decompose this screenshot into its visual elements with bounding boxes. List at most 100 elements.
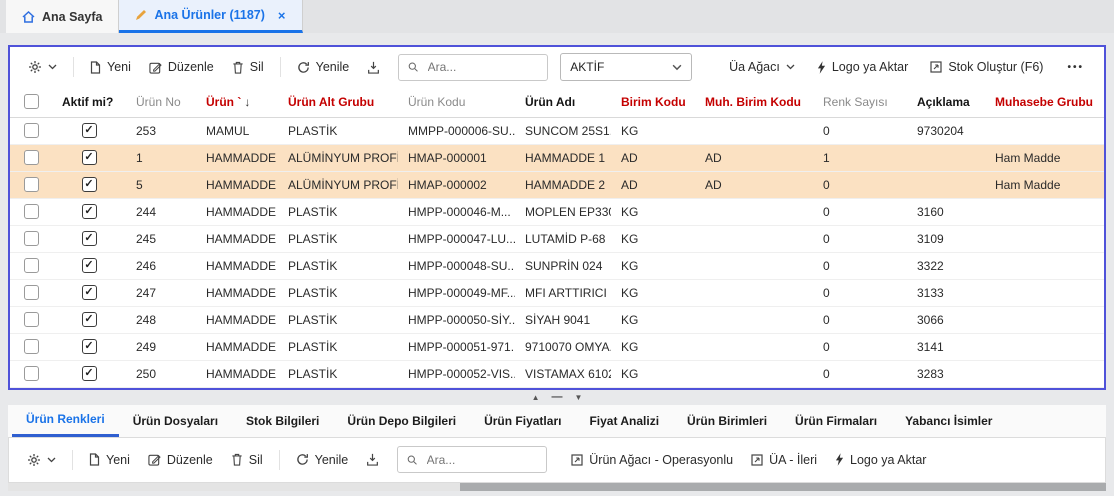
col-header-renk-sayisi[interactable]: Renk Sayısı (813, 87, 907, 117)
cell-aciklama (907, 144, 985, 171)
aktif-checkbox[interactable] (82, 366, 97, 381)
close-tab-icon[interactable]: × (278, 8, 286, 23)
col-header-muhasebe-grubu[interactable]: Muhasebe Grubu (985, 87, 1104, 117)
col-header-urun-alt-grubu[interactable]: Ürün Alt Grubu (278, 87, 398, 117)
aktif-checkbox[interactable] (82, 123, 97, 138)
stok-olustur-button[interactable]: Stok Oluştur (F6) (922, 55, 1051, 79)
search-input[interactable] (426, 59, 539, 75)
more-options-button[interactable]: ••• (1057, 57, 1094, 78)
detail-search-input[interactable] (425, 452, 538, 468)
logo-aktar-label: Logo ya Aktar (832, 60, 908, 74)
table-row[interactable]: 253 MAMUL PLASTİK MMPP-000006-SU... SUNC… (10, 117, 1104, 144)
trash-icon (231, 453, 243, 466)
refresh-button[interactable]: Yenile (289, 55, 358, 79)
urun-agaci-operasyonlu-button[interactable]: Ürün Ağacı - Operasyonlu (563, 448, 741, 472)
table-row[interactable]: 245 HAMMADDE PLASTİK HMPP-000047-LU... L… (10, 225, 1104, 252)
col-header-muh-birim-kodu[interactable]: Muh. Birim Kodu (695, 87, 813, 117)
detail-new-button[interactable]: Yeni (81, 448, 138, 472)
pencil-icon (135, 9, 147, 21)
col-header-aciklama[interactable]: Açıklama (907, 87, 985, 117)
col-header-urun-no[interactable]: Ürün No (126, 87, 196, 117)
aktif-checkbox[interactable] (82, 231, 97, 246)
detail-tab-fiyat-analizi[interactable]: Fiyat Analizi (575, 405, 673, 437)
new-button[interactable]: Yeni (82, 55, 139, 79)
row-select-checkbox[interactable] (24, 366, 39, 381)
table-row[interactable]: 248 HAMMADDE PLASTİK HMPP-000050-SİY... … (10, 306, 1104, 333)
cell-muh-birim-kodu (695, 360, 813, 387)
col-header-urun-adi[interactable]: Ürün Adı (515, 87, 611, 117)
aktif-checkbox[interactable] (82, 177, 97, 192)
aktif-checkbox[interactable] (82, 150, 97, 165)
cell-urun-adi: HAMMADDE 1 (515, 144, 611, 171)
detail-tab-stok-bilgileri[interactable]: Stok Bilgileri (232, 405, 333, 437)
row-select-checkbox[interactable] (24, 258, 39, 273)
collapse-down-icon[interactable]: ▼ (575, 393, 583, 402)
table-row[interactable]: 5 HAMMADDE ALÜMİNYUM PROFİL HMAP-000002 … (10, 171, 1104, 198)
cell-aciklama: 3133 (907, 279, 985, 306)
ua-agaci-dropdown[interactable]: Üa Ağacı (721, 55, 803, 79)
col-header-aktif-mi[interactable]: Aktif mi? (52, 87, 126, 117)
cell-muhasebe-grubu (985, 252, 1104, 279)
splitter-handle-icon[interactable]: — (552, 391, 563, 403)
detail-export-button[interactable] (358, 448, 387, 471)
cell-muh-birim-kodu (695, 225, 813, 252)
table-row[interactable]: 246 HAMMADDE PLASTİK HMPP-000048-SU... S… (10, 252, 1104, 279)
detail-grid-options-button[interactable] (19, 448, 64, 472)
status-filter-select[interactable]: AKTİF (560, 53, 692, 81)
table-row[interactable]: 249 HAMMADDE PLASTİK HMPP-000051-971... … (10, 333, 1104, 360)
cell-urun-grubu: HAMMADDE (196, 171, 278, 198)
aktif-checkbox[interactable] (82, 339, 97, 354)
row-select-checkbox[interactable] (24, 312, 39, 327)
col-header-select (10, 87, 52, 117)
detail-logo-aktar-label: Logo ya Aktar (850, 453, 926, 467)
delete-button[interactable]: Sil (224, 55, 272, 79)
ua-ileri-button[interactable]: ÜA - İleri (743, 448, 825, 472)
detail-logo-aktar-button[interactable]: Logo ya Aktar (827, 448, 934, 472)
detail-refresh-button[interactable]: Yenile (288, 448, 357, 472)
tab-ana-urunler[interactable]: Ana Ürünler (1187) × (119, 0, 302, 33)
new-file-icon (89, 453, 100, 466)
table-row[interactable]: 244 HAMMADDE PLASTİK HMPP-000046-M... MO… (10, 198, 1104, 225)
aktif-checkbox[interactable] (82, 285, 97, 300)
products-grid-panel: Yeni Düzenle Sil Yenile AKTİF Üa Ağac (8, 45, 1106, 390)
tab-ana-sayfa[interactable]: Ana Sayfa (6, 0, 119, 33)
row-select-checkbox[interactable] (24, 177, 39, 192)
collapse-up-icon[interactable]: ▲ (532, 393, 540, 402)
detail-tab-urun-renkleri[interactable]: Ürün Renkleri (12, 405, 119, 437)
panel-splitter[interactable]: ▲ — ▼ (0, 390, 1114, 405)
detail-tab-yabanci-isimler[interactable]: Yabancı İsimler (891, 405, 1006, 437)
cell-urun-no: 249 (126, 333, 196, 360)
col-header-urun-grubu[interactable]: Ürün `↓ (196, 87, 278, 117)
logo-aktar-button[interactable]: Logo ya Aktar (809, 55, 916, 79)
detail-tab-urun-fiyatlari[interactable]: Ürün Fiyatları (470, 405, 575, 437)
aktif-checkbox[interactable] (82, 258, 97, 273)
table-row[interactable]: 1 HAMMADDE ALÜMİNYUM PROFİL HMAP-000001 … (10, 144, 1104, 171)
detail-tab-urun-firmalari[interactable]: Ürün Firmaları (781, 405, 891, 437)
table-row[interactable]: 250 HAMMADDE PLASTİK HMPP-000052-VIS... … (10, 360, 1104, 387)
detail-tab-urun-dosyalari[interactable]: Ürün Dosyaları (119, 405, 232, 437)
select-all-checkbox[interactable] (24, 94, 39, 109)
cell-urun-grubu: HAMMADDE (196, 225, 278, 252)
toolbar-divider (72, 450, 73, 470)
col-header-birim-kodu[interactable]: Birim Kodu (611, 87, 695, 117)
chevron-down-icon (47, 457, 56, 463)
grid-options-button[interactable] (20, 55, 65, 79)
detail-delete-button[interactable]: Sil (223, 448, 271, 472)
export-button[interactable] (359, 56, 388, 79)
detail-edit-button[interactable]: Düzenle (140, 448, 221, 472)
aktif-checkbox[interactable] (82, 204, 97, 219)
col-header-urun-kodu[interactable]: Ürün Kodu (398, 87, 515, 117)
cell-urun-kodu: MMPP-000006-SU... (398, 117, 515, 144)
row-select-checkbox[interactable] (24, 231, 39, 246)
row-select-checkbox[interactable] (24, 204, 39, 219)
row-select-checkbox[interactable] (24, 123, 39, 138)
detail-tab-urun-birimleri[interactable]: Ürün Birimleri (673, 405, 781, 437)
row-select-checkbox[interactable] (24, 150, 39, 165)
detail-tab-urun-depo-bilgileri[interactable]: Ürün Depo Bilgileri (333, 405, 470, 437)
row-select-checkbox[interactable] (24, 285, 39, 300)
table-row[interactable]: 247 HAMMADDE PLASTİK HMPP-000049-MF... M… (10, 279, 1104, 306)
aktif-checkbox[interactable] (82, 312, 97, 327)
row-select-checkbox[interactable] (24, 339, 39, 354)
cell-urun-adi: SUNCOM 25S1... (515, 117, 611, 144)
edit-button[interactable]: Düzenle (141, 55, 222, 79)
